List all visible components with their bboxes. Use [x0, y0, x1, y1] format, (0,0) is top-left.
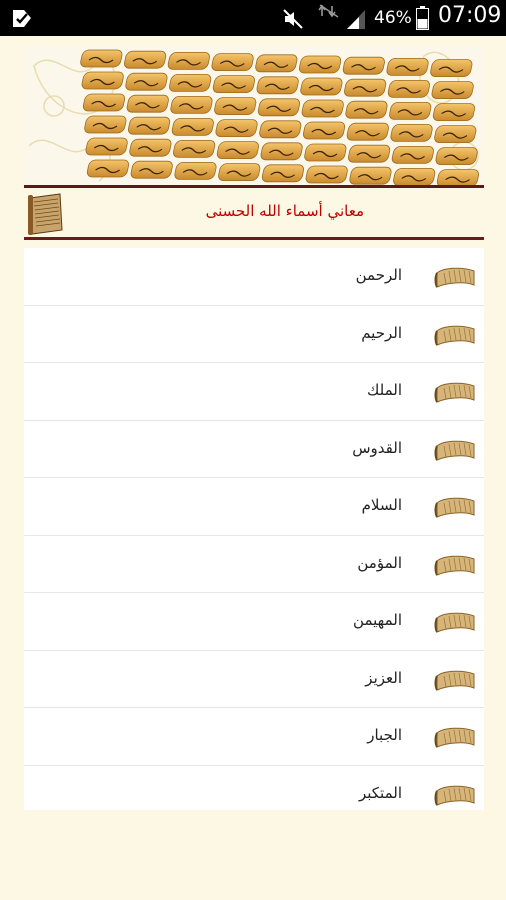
list-item-label: المؤمن	[357, 553, 402, 572]
notification-icon	[13, 10, 31, 27]
list-item[interactable]: الجبار	[24, 708, 484, 766]
mute-icon	[283, 9, 303, 29]
scroll-icon	[434, 670, 475, 691]
clock: 07:09	[438, 3, 502, 28]
list-item[interactable]: المتكبر	[24, 765, 484, 810]
list-item[interactable]: المؤمن	[24, 535, 484, 593]
scroll-icon	[434, 555, 475, 576]
list-item[interactable]: المهيمن	[24, 593, 484, 651]
page-title: معاني أسماء الله الحسنى	[205, 202, 364, 220]
battery-icon	[416, 6, 429, 30]
list-item[interactable]: العزيز	[24, 650, 484, 708]
scroll-icon	[434, 325, 475, 346]
scroll-icon	[434, 785, 475, 806]
list-item-label: الملك	[366, 381, 402, 399]
scroll-icon	[434, 497, 475, 518]
list-item-label: الرحيم	[361, 323, 402, 342]
list-item[interactable]: الملك	[24, 363, 484, 421]
scroll-icon	[434, 727, 475, 748]
list-item-label: الجبار	[367, 726, 402, 744]
data-off-icon	[318, 4, 339, 18]
list-item-label: السلام	[361, 496, 402, 514]
list-item-label: الرحمن	[355, 266, 402, 284]
list-item-label: القدوس	[352, 438, 402, 457]
list-item[interactable]: السلام	[24, 478, 484, 536]
list-item-label: المهيمن	[353, 611, 402, 629]
names-of-allah-banner-image	[24, 46, 484, 188]
battery-percentage: 46%	[374, 8, 412, 28]
scroll-icon	[434, 612, 475, 633]
list-item-label: العزيز	[365, 668, 402, 687]
list-item-label: المتكبر	[358, 783, 402, 802]
names-list: الرحمن الرحيم الملك القدوس السلام المؤمن المهي…	[24, 248, 484, 810]
list-item[interactable]: الرحمن	[24, 248, 484, 306]
scroll-icon	[434, 267, 475, 288]
scroll-icon	[434, 382, 475, 403]
signal-icon	[347, 10, 365, 29]
status-bar: 46% 07:09	[0, 0, 506, 36]
scroll-icon	[434, 440, 475, 461]
list-item[interactable]: الرحيم	[24, 305, 484, 363]
scroll-icon	[28, 193, 63, 235]
header-title-bar: معاني أسماء الله الحسنى	[24, 188, 484, 240]
list-item[interactable]: القدوس	[24, 420, 484, 478]
